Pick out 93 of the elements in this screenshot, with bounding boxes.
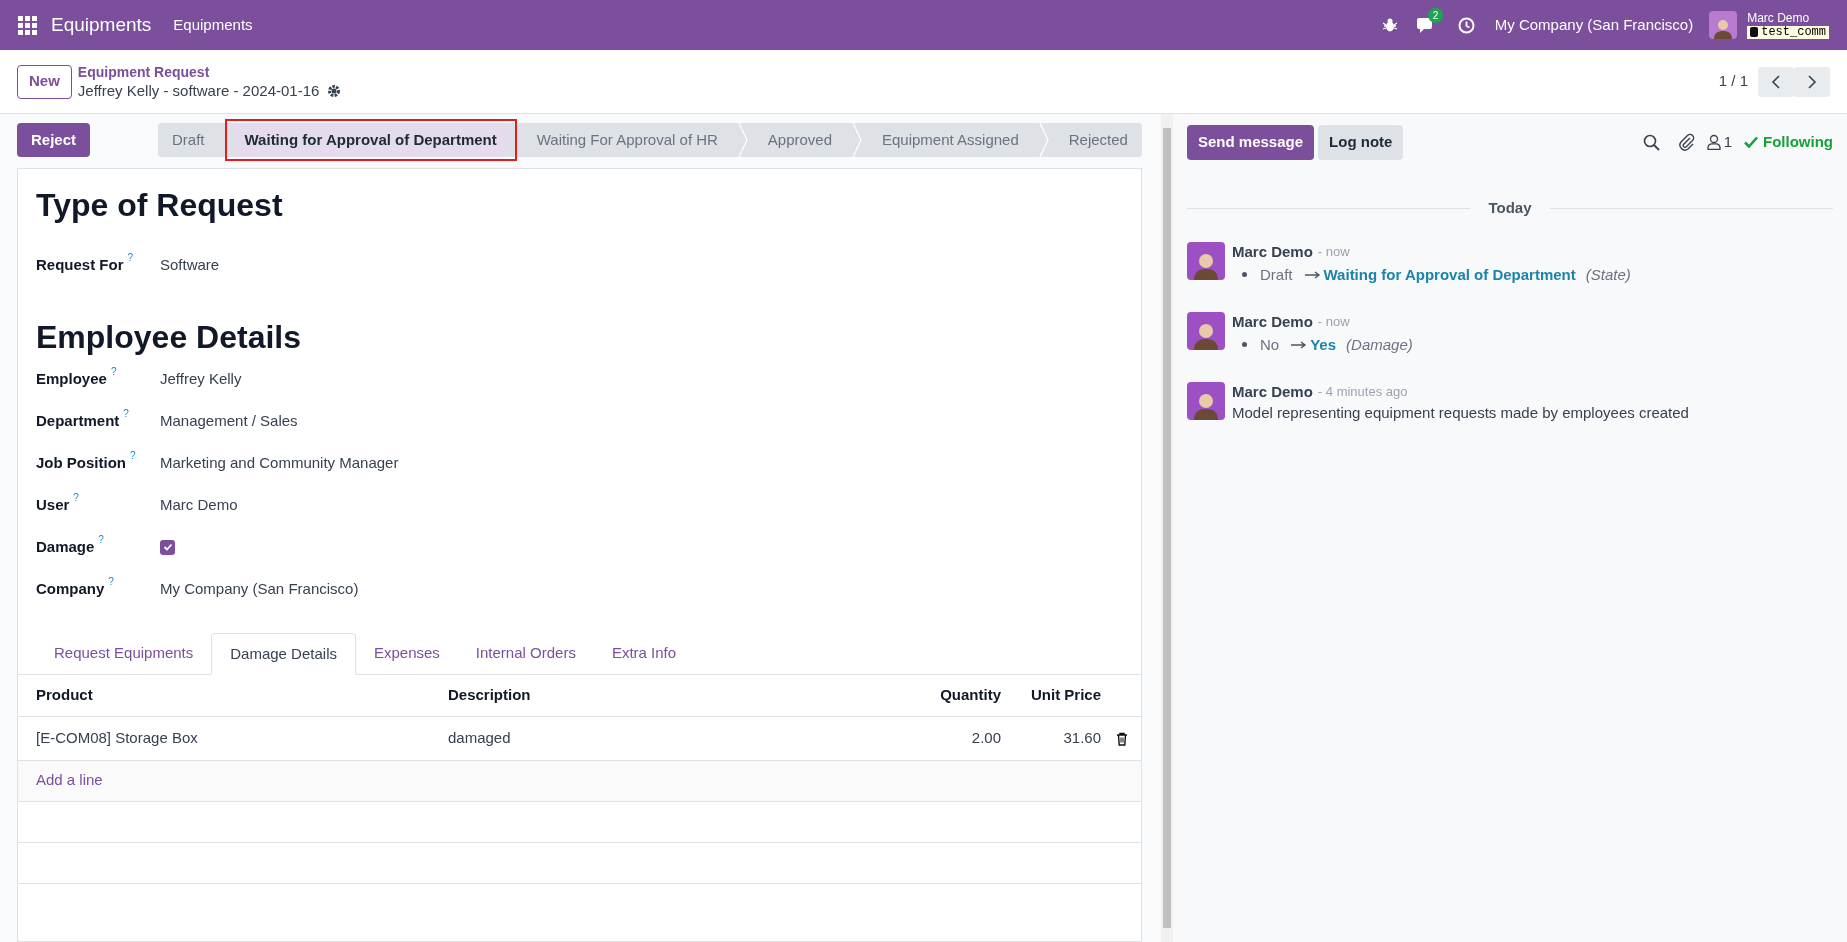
checkmark-icon xyxy=(1744,136,1758,148)
message-time: - 4 minutes ago xyxy=(1317,382,1408,401)
field-value: Software xyxy=(160,254,220,275)
chevron-separator-icon xyxy=(1038,123,1049,157)
field-label: User xyxy=(36,494,70,515)
tab[interactable]: Expenses xyxy=(355,632,458,674)
field-label: Job Position xyxy=(36,452,126,473)
message-time: - now xyxy=(1317,312,1350,331)
message-time: - now xyxy=(1317,242,1350,261)
author-name[interactable]: Marc Demo xyxy=(1232,381,1313,402)
column-header[interactable]: Unit Price xyxy=(1030,686,1101,703)
search-icon[interactable] xyxy=(1642,133,1660,151)
help-tooltip[interactable]: ? xyxy=(73,489,79,505)
author-name[interactable]: Marc Demo xyxy=(1232,241,1313,262)
record-name: Jeffrey Kelly - software - 2024-01-16 xyxy=(77,80,320,101)
field-value: My Company (San Francisco) xyxy=(160,578,359,599)
field-value: Jeffrey Kelly xyxy=(160,368,242,389)
gear-icon[interactable] xyxy=(327,83,342,98)
field-value: Marketing and Community Manager xyxy=(160,452,399,473)
table-cell: damaged xyxy=(448,728,511,746)
tab[interactable]: Request Equipments xyxy=(36,632,212,674)
old-value: No xyxy=(1260,334,1280,355)
clock-icon[interactable] xyxy=(1457,16,1475,34)
person-icon[interactable] xyxy=(1706,134,1721,150)
column-header[interactable]: Product xyxy=(36,686,93,703)
stage-button[interactable]: Rejected xyxy=(1054,123,1142,157)
help-tooltip[interactable]: ? xyxy=(98,531,104,547)
user-avatar[interactable] xyxy=(1709,11,1738,39)
chevron-separator-icon xyxy=(737,123,748,157)
apps-menu-icon[interactable] xyxy=(18,15,37,35)
stage-button[interactable]: Draft xyxy=(158,123,219,157)
tab[interactable]: Internal Orders xyxy=(457,632,594,674)
field-label: Employee xyxy=(36,368,107,389)
arrow-right-icon xyxy=(1291,340,1308,349)
message-body: Model representing equipment requests made by employees created xyxy=(1232,402,1689,423)
field-label: Department xyxy=(36,410,120,431)
checkmark-icon xyxy=(162,542,173,552)
column-header[interactable]: Description xyxy=(448,686,531,703)
stage-button[interactable]: Waiting for Approval of Department xyxy=(228,123,513,157)
add-line-link[interactable]: Add a line xyxy=(36,771,103,789)
menu-item[interactable]: Equipments xyxy=(173,13,253,37)
tracked-field: (State) xyxy=(1585,263,1631,286)
paperclip-icon[interactable] xyxy=(1677,133,1695,151)
field-label: Damage xyxy=(36,536,95,557)
table-cell: 2.00 xyxy=(971,728,1001,746)
section-title: Employee Details xyxy=(36,318,302,357)
tracked-field: (Damage) xyxy=(1346,333,1413,356)
database-name: test_comm xyxy=(1761,25,1826,39)
person-silhouette-icon xyxy=(1712,17,1735,39)
author-name[interactable]: Marc Demo xyxy=(1232,311,1313,332)
following-button[interactable]: Following xyxy=(1744,130,1833,154)
help-tooltip[interactable]: ? xyxy=(127,249,134,265)
new-value: Waiting for Approval of Department xyxy=(1323,264,1576,285)
stage-button[interactable]: Equipment Assigned xyxy=(868,123,1033,157)
help-tooltip[interactable]: ? xyxy=(110,363,117,379)
tab[interactable]: Damage Details xyxy=(211,633,356,675)
notification-badge: 2 xyxy=(1427,8,1444,23)
section-title: Type of Request xyxy=(36,186,284,225)
new-value: Yes xyxy=(1310,334,1337,355)
field-value: Management / Sales xyxy=(160,410,298,431)
table-cell: 31.60 xyxy=(1063,728,1101,746)
field-value: Marc Demo xyxy=(160,494,238,515)
send-message-button[interactable]: Send message xyxy=(1187,124,1315,160)
user-name[interactable]: Marc Demo xyxy=(1747,11,1829,25)
field-label: Request For xyxy=(36,254,124,275)
checkbox[interactable] xyxy=(160,539,175,555)
bug-icon[interactable] xyxy=(1381,17,1398,33)
new-button[interactable]: New xyxy=(17,64,72,99)
old-value: Draft xyxy=(1260,264,1293,285)
author-avatar[interactable] xyxy=(1187,241,1225,280)
author-avatar[interactable] xyxy=(1187,381,1225,420)
trash-icon[interactable] xyxy=(1116,731,1128,746)
arrow-right-icon xyxy=(1304,270,1321,279)
table-cell: [E-COM08] Storage Box xyxy=(36,728,198,746)
help-tooltip[interactable]: ? xyxy=(130,447,136,463)
reject-button[interactable]: Reject xyxy=(17,123,91,157)
app-name[interactable]: Equipments xyxy=(51,10,152,40)
column-header[interactable]: Quantity xyxy=(940,686,1001,703)
stage-button[interactable]: Approved xyxy=(753,123,847,157)
help-tooltip[interactable]: ? xyxy=(123,405,129,421)
pager-value: 1 / 1 xyxy=(1718,71,1748,92)
log-note-button[interactable]: Log note xyxy=(1318,124,1404,160)
chevron-separator-icon xyxy=(852,123,863,157)
help-tooltip[interactable]: ? xyxy=(108,573,114,589)
date-divider: Today xyxy=(1487,198,1533,218)
author-avatar[interactable] xyxy=(1187,311,1225,350)
company-switcher[interactable]: My Company (San Francisco) xyxy=(1494,13,1694,37)
stage-button[interactable]: Waiting For Approval of HR xyxy=(522,123,732,157)
tab[interactable]: Extra Info xyxy=(593,632,695,674)
breadcrumb-link[interactable]: Equipment Request xyxy=(77,62,342,81)
follower-count[interactable]: 1 xyxy=(1723,130,1732,154)
field-label: Company xyxy=(36,578,105,599)
database-icon xyxy=(1750,27,1759,37)
